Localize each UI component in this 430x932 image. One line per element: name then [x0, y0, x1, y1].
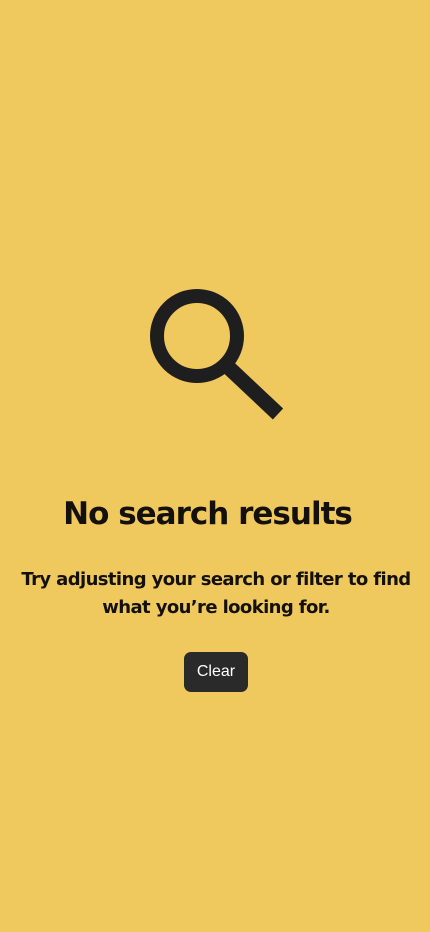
empty-state-message: Try adjusting your search or filter to f… — [21, 569, 411, 618]
clear-button[interactable]: Clear — [184, 652, 248, 692]
search-icon — [146, 286, 286, 422]
empty-state: No search results Try adjusting your sea… — [0, 0, 430, 932]
empty-state-title: No search results — [63, 496, 353, 532]
